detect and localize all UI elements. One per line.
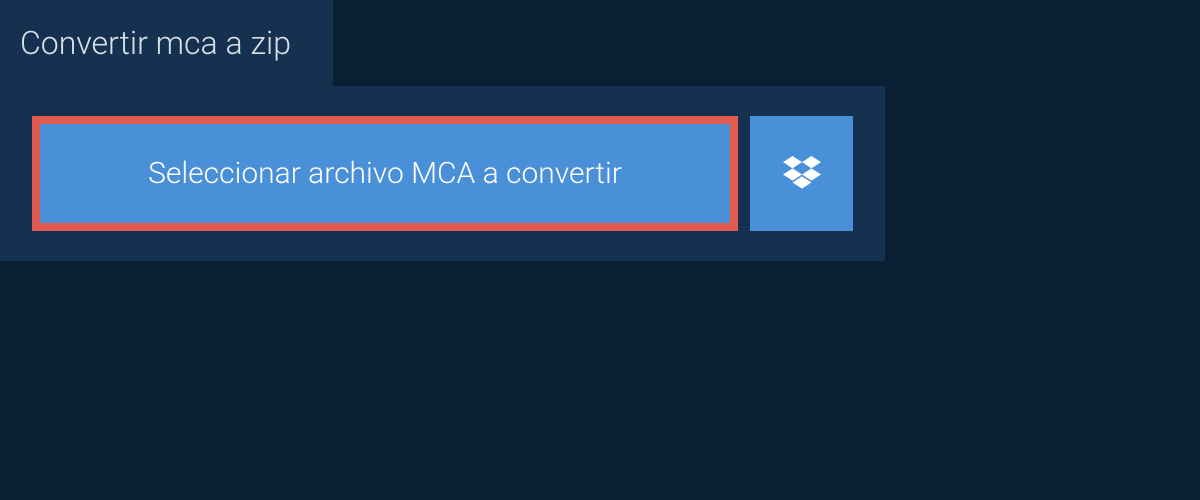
select-file-label: Seleccionar archivo MCA a convertir [148, 156, 622, 191]
content-panel: Seleccionar archivo MCA a convertir [0, 86, 885, 261]
tab-convert[interactable]: Convertir mca a zip [0, 0, 333, 86]
select-file-button[interactable]: Seleccionar archivo MCA a convertir [32, 116, 738, 231]
dropbox-icon [783, 156, 821, 192]
tab-label: Convertir mca a zip [20, 24, 291, 62]
button-row: Seleccionar archivo MCA a convertir [32, 116, 853, 231]
dropbox-button[interactable] [750, 116, 853, 231]
